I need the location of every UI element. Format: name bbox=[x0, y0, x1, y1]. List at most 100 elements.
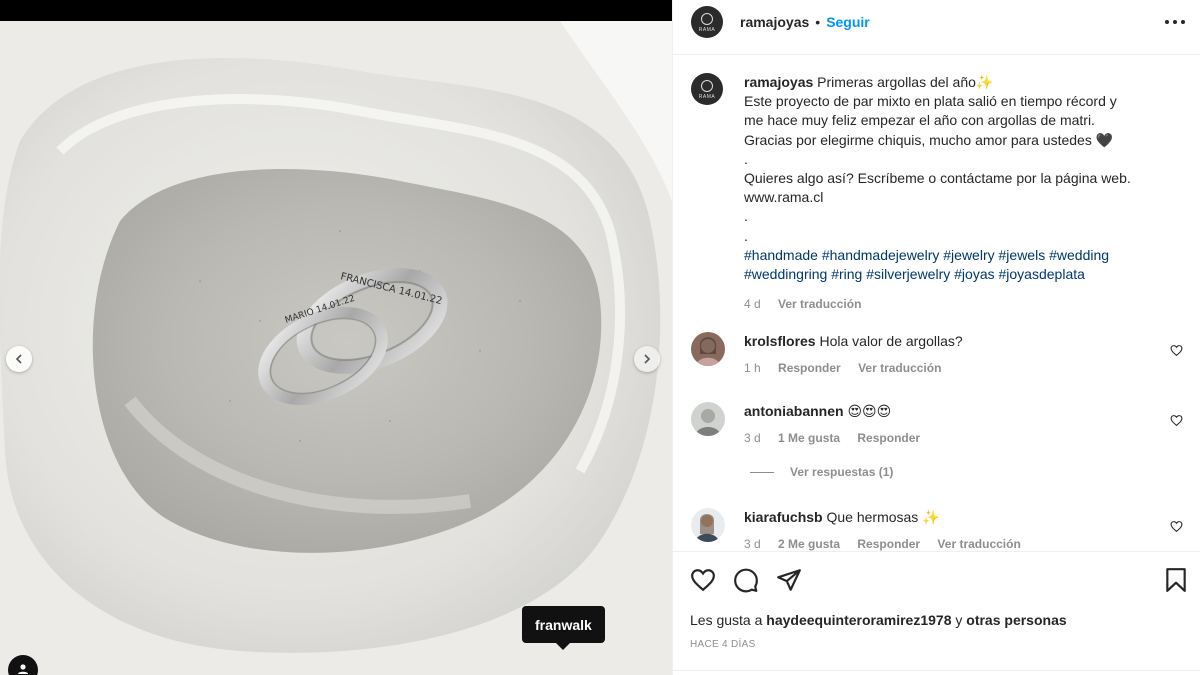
hashtag-link[interactable]: #handmadejewelry bbox=[822, 247, 940, 263]
caption-line: . bbox=[744, 227, 748, 244]
comment-likes[interactable]: 1 Me gusta bbox=[778, 431, 840, 445]
hashtag-link[interactable]: #weddingring bbox=[744, 266, 827, 282]
follow-button[interactable]: Seguir bbox=[826, 14, 870, 30]
caption-username[interactable]: ramajoyas bbox=[744, 74, 813, 90]
post-actions bbox=[673, 563, 1200, 599]
heart-icon[interactable] bbox=[690, 567, 716, 593]
reply-button[interactable]: Responder bbox=[857, 537, 920, 551]
comment-avatar[interactable] bbox=[691, 402, 725, 436]
likes-summary: Les gusta a haydeequinteroramirez1978 y … bbox=[690, 612, 1067, 628]
carousel-next-button[interactable] bbox=[634, 346, 660, 372]
user-tag-icon bbox=[18, 664, 28, 674]
hashtag-link[interactable]: #ring bbox=[831, 266, 862, 282]
comment-item: antoniabannen 😍😍😍 3 d 1 Me gusta Respond… bbox=[691, 402, 1191, 447]
caption-avatar[interactable]: RAMA bbox=[691, 73, 723, 105]
caption-meta: 4 d Ver traducción bbox=[744, 295, 1164, 314]
heart-icon[interactable] bbox=[1170, 414, 1183, 427]
comment-icon[interactable] bbox=[733, 567, 759, 593]
hashtag-link[interactable]: #jewels bbox=[999, 247, 1046, 263]
comment-likes[interactable]: 2 Me gusta bbox=[778, 537, 840, 551]
heart-icon[interactable] bbox=[1170, 520, 1183, 533]
comment-username[interactable]: antoniabannen bbox=[744, 403, 844, 419]
post-media: FRANCISCA 14.01.22 MARIO 14.01.22 franwa… bbox=[0, 0, 672, 675]
hashtag-link[interactable]: #wedding bbox=[1049, 247, 1109, 263]
comment-body: krolsflores Hola valor de argollas? 1 h … bbox=[744, 332, 1164, 377]
caption-line: Este proyecto de par mixto en plata sali… bbox=[744, 93, 1117, 110]
hashtag-line: #handmade #handmadejewelry #jewelry #jew… bbox=[744, 246, 1164, 265]
post-header: RAMA ramajoyas • Seguir bbox=[673, 0, 1200, 44]
caption-line: . bbox=[744, 208, 748, 225]
likes-conjunction: y bbox=[955, 612, 963, 628]
comment-time: 1 h bbox=[744, 361, 761, 375]
likes-user[interactable]: haydeequinteroramirez1978 bbox=[766, 612, 951, 628]
more-icon bbox=[1165, 20, 1169, 24]
header-separator: • bbox=[815, 14, 821, 30]
comment-time: 3 d bbox=[744, 431, 761, 445]
translate-button[interactable]: Ver traducción bbox=[937, 537, 1020, 551]
comment-avatar[interactable] bbox=[691, 332, 725, 366]
bottom-divider bbox=[673, 670, 1200, 671]
caption-body: ramajoyas Primeras argollas del año✨ Est… bbox=[744, 73, 1164, 314]
hashtag-link[interactable]: #silverjewelry bbox=[866, 266, 950, 282]
comment-item: krolsflores Hola valor de argollas? 1 h … bbox=[691, 332, 1191, 377]
hashtag-link[interactable]: #jewelry bbox=[943, 247, 994, 263]
comment-time: 3 d bbox=[744, 537, 761, 551]
comment-meta: 3 d 2 Me gusta Responder Ver traducción bbox=[744, 535, 1164, 551]
comment-text: Hola valor de argollas? bbox=[819, 333, 963, 349]
author-avatar[interactable]: RAMA bbox=[691, 6, 723, 38]
caption-line: . bbox=[744, 150, 748, 167]
view-replies-label: Ver respuestas (1) bbox=[790, 465, 894, 479]
comments-section[interactable]: RAMA ramajoyas Primeras argollas del año… bbox=[673, 55, 1200, 551]
bookmark-icon[interactable] bbox=[1163, 567, 1189, 593]
carousel-prev-button[interactable] bbox=[6, 346, 32, 372]
hashtag-link[interactable]: #handmade bbox=[744, 247, 818, 263]
reply-button[interactable]: Responder bbox=[857, 431, 920, 445]
author-logo-text: RAMA bbox=[698, 27, 716, 33]
author-username[interactable]: ramajoyas bbox=[740, 14, 809, 30]
comment-avatar[interactable] bbox=[691, 508, 725, 542]
caption-line: ramajoyas Primeras argollas del año✨ bbox=[744, 73, 1164, 92]
media-top-bar bbox=[0, 0, 672, 21]
post-sidebar: RAMA ramajoyas • Seguir RAMA ramajoyas P… bbox=[672, 0, 1200, 675]
comment-item: kiarafuchsb Que hermosas ✨ 3 d 2 Me gust… bbox=[691, 508, 1191, 551]
caption-line: www.rama.cl bbox=[744, 189, 824, 206]
comment-meta: 3 d 1 Me gusta Responder bbox=[744, 429, 1164, 447]
comment-meta: 1 h Responder Ver traducción bbox=[744, 359, 1164, 377]
logo-mark-icon bbox=[701, 13, 713, 25]
hashtag-link[interactable]: #joyasdeplata bbox=[999, 266, 1085, 282]
heart-icon[interactable] bbox=[1170, 344, 1183, 357]
translate-button[interactable]: Ver traducción bbox=[778, 297, 861, 311]
ring-dish-illustration: FRANCISCA 14.01.22 MARIO 14.01.22 bbox=[0, 21, 672, 675]
hashtag-line: #weddingring #ring #silverjewelry #joyas… bbox=[744, 265, 1164, 284]
caption-line: Gracias por elegirme chiquis, mucho amor… bbox=[744, 131, 1114, 148]
chevron-right-icon bbox=[644, 354, 651, 364]
post-caption: RAMA ramajoyas Primeras argollas del año… bbox=[691, 73, 1191, 314]
caption-line: Quieres algo así? Escríbeme o contáctame… bbox=[744, 170, 1131, 187]
post-timestamp[interactable]: HACE 4 DÍAS bbox=[690, 639, 756, 650]
comment-text: Que hermosas ✨ bbox=[826, 509, 940, 525]
hashtag-link[interactable]: #joyas bbox=[954, 266, 994, 282]
tag-username: franwalk bbox=[535, 616, 592, 633]
replies-line bbox=[750, 471, 774, 473]
more-options-button[interactable] bbox=[1165, 14, 1185, 30]
caption-line: me hace muy feliz empezar el año con arg… bbox=[744, 112, 1095, 129]
caption-text: Primeras argollas del año✨ bbox=[817, 74, 994, 90]
logo-mark-icon bbox=[701, 80, 713, 92]
actions-divider bbox=[673, 551, 1200, 552]
caption-time: 4 d bbox=[744, 297, 761, 312]
post-photo[interactable]: FRANCISCA 14.01.22 MARIO 14.01.22 bbox=[0, 21, 672, 675]
caption-logo-text: RAMA bbox=[698, 94, 716, 100]
user-tag-tooltip[interactable]: franwalk bbox=[522, 606, 605, 650]
likes-others[interactable]: otras personas bbox=[966, 612, 1066, 628]
comment-text: 😍😍😍 bbox=[847, 403, 892, 419]
view-replies-button[interactable]: Ver respuestas (1) bbox=[750, 465, 893, 479]
comment-body: antoniabannen 😍😍😍 3 d 1 Me gusta Respond… bbox=[744, 402, 1164, 447]
comment-username[interactable]: krolsflores bbox=[744, 333, 816, 349]
translate-button[interactable]: Ver traducción bbox=[858, 361, 941, 375]
comment-body: kiarafuchsb Que hermosas ✨ 3 d 2 Me gust… bbox=[744, 508, 1164, 551]
share-icon[interactable] bbox=[776, 567, 802, 593]
comment-username[interactable]: kiarafuchsb bbox=[744, 509, 823, 525]
likes-prefix: Les gusta a bbox=[690, 612, 763, 628]
chevron-left-icon bbox=[15, 354, 22, 364]
reply-button[interactable]: Responder bbox=[778, 361, 841, 375]
